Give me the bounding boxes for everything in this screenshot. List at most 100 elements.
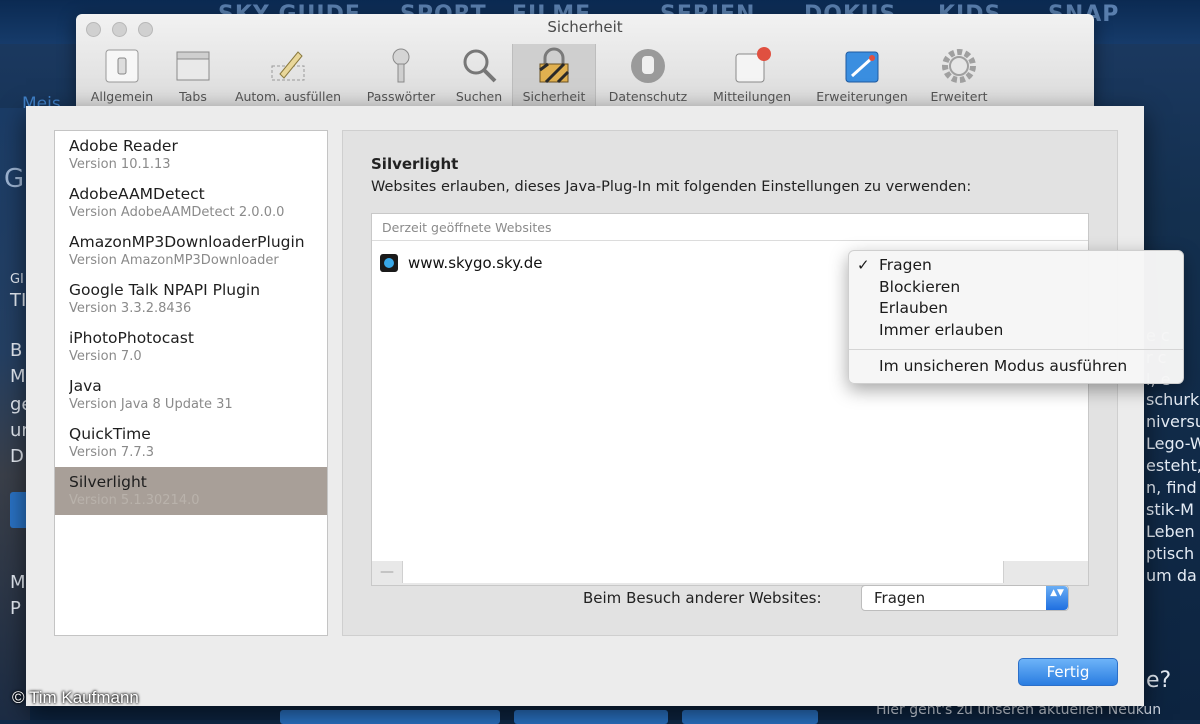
magnifier-icon xyxy=(463,49,497,83)
bg-text-fragment: schurk xyxy=(1146,390,1200,409)
plugin-list-item[interactable]: Adobe Reader Version 10.1.13 xyxy=(55,131,327,179)
lock-icon xyxy=(539,47,570,84)
bg-text-fragment: Gl xyxy=(10,272,24,287)
plugin-version: Version 7.0 xyxy=(69,349,142,364)
menu-item-ask[interactable]: Fragen xyxy=(879,256,932,274)
plugin-name: AmazonMP3DownloaderPlugin xyxy=(69,233,305,251)
plugin-name: AdobeAAMDetect xyxy=(69,185,205,203)
site-favicon-icon xyxy=(380,254,398,272)
window-title: Sicherheit xyxy=(547,18,623,36)
bg-text-fragment: M xyxy=(10,366,26,387)
plugin-version: Version 7.7.3 xyxy=(69,445,155,460)
bg-text-fragment: ptisch xyxy=(1146,544,1195,563)
bg-text-fragment: Leben xyxy=(1146,522,1195,541)
plugin-name: Silverlight xyxy=(69,473,147,491)
remove-site-button[interactable]: — xyxy=(372,561,403,583)
tabs-icon xyxy=(176,51,210,81)
plugin-name: Adobe Reader xyxy=(69,137,178,155)
key-icon xyxy=(392,48,410,83)
toolbar-search[interactable]: Suchen xyxy=(448,44,510,106)
table-footer: — xyxy=(371,561,1089,586)
toolbar-label: Tabs xyxy=(179,89,207,104)
plugin-list-item[interactable]: iPhotoPhotocast Version 7.0 xyxy=(55,323,327,371)
bg-text-fragment: e? xyxy=(1146,668,1172,693)
plugin-list-item[interactable]: AmazonMP3DownloaderPlugin Version Amazon… xyxy=(55,227,327,275)
toolbar-passwords[interactable]: Passwörter xyxy=(358,44,444,106)
other-websites-label: Beim Besuch anderer Websites: xyxy=(583,589,822,607)
bg-text-fragment: esteht, xyxy=(1146,456,1200,475)
footer-field xyxy=(403,561,1004,583)
toolbar-label: Sicherheit xyxy=(522,89,586,104)
bg-text-fragment: stik-M xyxy=(1146,500,1194,519)
popup-value: Fragen xyxy=(874,589,926,607)
plugin-list-item[interactable]: Java Version Java 8 Update 31 xyxy=(55,371,327,419)
pencil-icon xyxy=(271,51,305,81)
toolbar-privacy[interactable]: Datenschutz xyxy=(598,44,698,106)
bg-text-fragment: n, find xyxy=(1146,478,1197,497)
switch-icon xyxy=(105,49,139,83)
toolbar-autofill[interactable]: Autom. ausfüllen xyxy=(224,44,352,106)
table-header: Derzeit geöffnete Websites xyxy=(372,214,1088,241)
plugin-version: Version Java 8 Update 31 xyxy=(69,397,233,412)
bg-text-fragment: M xyxy=(10,572,26,593)
site-name: www.skygo.sky.de xyxy=(408,254,543,272)
bg-text-fragment: Lego-W xyxy=(1146,434,1200,453)
menu-item-unsafe-mode[interactable]: Im unsicheren Modus ausführen xyxy=(879,357,1127,375)
done-button[interactable]: Fertig xyxy=(1018,658,1118,686)
plugin-list: Adobe Reader Version 10.1.13 AdobeAAMDet… xyxy=(54,130,328,636)
plugin-version: Version 3.3.2.8436 xyxy=(69,301,192,316)
toolbar-extensions[interactable]: Erweiterungen xyxy=(806,44,918,106)
bg-button-fragment xyxy=(682,710,818,724)
checkmark-icon: ✓ xyxy=(857,256,870,274)
toolbar-label: Erweiterungen xyxy=(816,89,908,104)
other-websites-popup[interactable]: Fragen ▲▼ xyxy=(861,585,1069,611)
notification-icon xyxy=(735,47,771,83)
plugin-list-item-selected[interactable]: Silverlight Version 5.1.30214.0 xyxy=(55,467,327,515)
plugin-list-item[interactable]: QuickTime Version 7.7.3 xyxy=(55,419,327,467)
plugin-version: Version 10.1.13 xyxy=(69,157,171,172)
toolbar-label: Erweitert xyxy=(930,89,988,104)
plugin-version: Version AmazonMP3Downloader xyxy=(69,253,279,268)
plugin-name: iPhotoPhotocast xyxy=(69,329,194,347)
toolbar-notifications[interactable]: Mitteilungen xyxy=(702,44,802,106)
plugin-settings-sheet: Adobe Reader Version 10.1.13 AdobeAAMDet… xyxy=(26,106,1144,706)
toolbar-advanced[interactable]: Erweitert xyxy=(922,44,996,106)
bg-button-fragment xyxy=(514,710,668,724)
detail-description: Websites erlauben, dieses Java-Plug-In m… xyxy=(371,179,972,195)
menu-item-always-allow[interactable]: Immer erlauben xyxy=(879,321,1003,339)
bg-button-fragment xyxy=(280,710,500,724)
toolbar-label: Allgemein xyxy=(90,89,154,104)
toolbar-general[interactable]: Allgemein xyxy=(80,44,164,106)
copyright-watermark: © Tim Kaufmann xyxy=(12,688,139,707)
permission-dropdown-menu: ✓ Fragen Blockieren Erlauben Immer erlau… xyxy=(848,250,1184,384)
menu-item-allow[interactable]: Erlauben xyxy=(879,299,948,317)
toolbar-tabs[interactable]: Tabs xyxy=(166,44,220,106)
detail-title: Silverlight xyxy=(371,155,459,173)
bg-text-fragment: niversu xyxy=(1146,412,1200,431)
toolbar-label: Autom. ausfüllen xyxy=(234,89,342,104)
toolbar-security[interactable]: Sicherheit xyxy=(512,44,596,106)
bg-text-fragment: D xyxy=(10,446,24,467)
toolbar-label: Datenschutz xyxy=(608,89,688,104)
toolbar-label: Passwörter xyxy=(366,89,436,104)
bg-text-fragment: um da xyxy=(1146,566,1197,585)
plugin-name: Google Talk NPAPI Plugin xyxy=(69,281,261,299)
plugin-name: QuickTime xyxy=(69,425,151,443)
puzzle-icon xyxy=(845,51,879,83)
gear-icon xyxy=(942,49,976,83)
plugin-version: Version 5.1.30214.0 xyxy=(69,493,200,508)
menu-separator xyxy=(849,349,1183,350)
preferences-window: Sicherheit Allgemein Tabs Autom. ausfüll… xyxy=(76,14,1094,106)
toolbar-label: Mitteilungen xyxy=(712,89,792,104)
plugin-list-item[interactable]: Google Talk NPAPI Plugin Version 3.3.2.8… xyxy=(55,275,327,323)
updown-arrows-icon: ▲▼ xyxy=(1046,586,1068,610)
plugin-list-item[interactable]: AdobeAAMDetect Version AdobeAAMDetect 2.… xyxy=(55,179,327,227)
bg-text-fragment: P xyxy=(10,598,21,619)
plugin-name: Java xyxy=(69,377,102,395)
plugin-version: Version AdobeAAMDetect 2.0.0.0 xyxy=(69,205,285,220)
bg-text-fragment: B xyxy=(10,340,23,361)
toolbar-label: Suchen xyxy=(455,89,503,104)
menu-item-block[interactable]: Blockieren xyxy=(879,278,960,296)
bg-text-fragment: TI xyxy=(10,290,27,311)
column-header: Derzeit geöffnete Websites xyxy=(382,220,552,235)
